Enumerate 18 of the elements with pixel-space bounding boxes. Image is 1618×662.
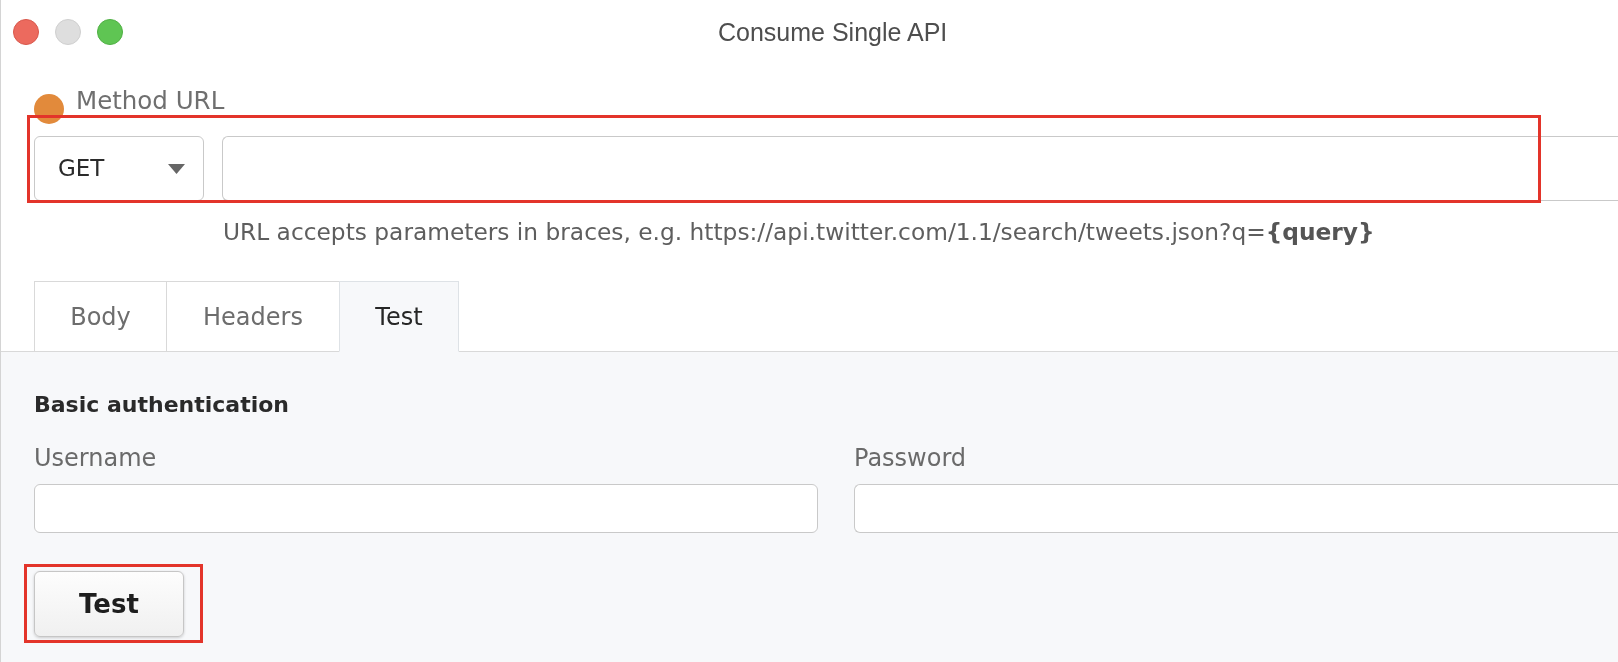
username-label: Username [34, 443, 158, 474]
url-field[interactable] [222, 136, 1618, 201]
caret-icon [168, 163, 185, 174]
method-dropdown[interactable]: GET [34, 136, 204, 201]
password-field[interactable] [854, 484, 1618, 533]
status-dot-icon [34, 94, 64, 124]
url-hint-text: URL accepts parameters in braces, e.g. https://api.twitter.com/1.1/search/tweets.json?q={query} [223, 217, 1376, 247]
test-button[interactable]: Test [34, 571, 184, 637]
minimize-window-icon[interactable] [55, 19, 81, 45]
maximize-window-icon[interactable] [97, 19, 123, 45]
section-heading: Basic authentication [34, 391, 290, 419]
tab[interactable]: Body [34, 281, 167, 352]
tab[interactable]: Test [339, 281, 459, 352]
method-url-label: Method URL [76, 87, 225, 115]
close-window-icon[interactable] [13, 19, 39, 45]
username-field[interactable] [34, 484, 818, 533]
window-title: Consume Single API [718, 17, 948, 47]
password-label: Password [854, 443, 968, 474]
